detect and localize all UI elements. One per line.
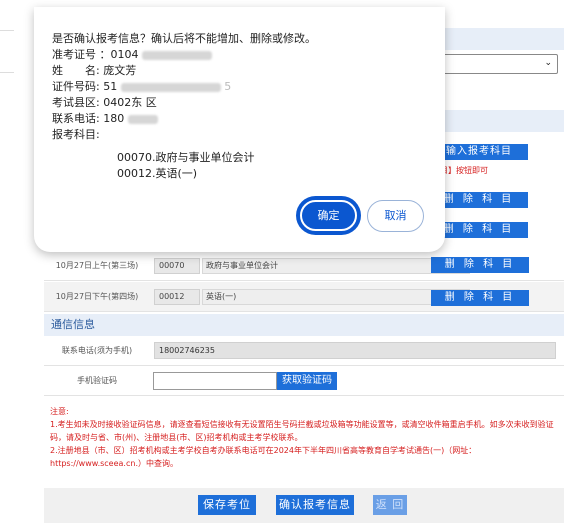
- id-label: 证件号码:: [52, 80, 100, 93]
- verify-label: 手机验证码: [77, 376, 117, 385]
- name-value: 庞文芳: [103, 64, 137, 77]
- left-divider: [0, 30, 14, 31]
- ok-button[interactable]: 确定: [298, 198, 359, 233]
- delete-subject-button[interactable]: 删 除 科 目: [431, 290, 529, 306]
- ticket-value: ：0104: [99, 48, 139, 61]
- subject-name: 英语(一): [202, 289, 470, 305]
- cancel-button[interactable]: 取消: [367, 200, 424, 232]
- notice-block: 注意: 1.考生如未及时接收验证码信息，请逐查看短信接收有无设置陌生号码拦截或垃…: [50, 405, 565, 470]
- subject-row: 10月27日下午(第四场) 00012 英语(一) 删 除 科 目: [44, 282, 564, 312]
- verify-code-input[interactable]: [153, 372, 277, 390]
- delete-subject-button[interactable]: 删 除 科 目: [431, 257, 529, 273]
- name-label: 姓 名:: [52, 64, 100, 77]
- notice-title: 注意:: [50, 407, 69, 416]
- phone-field: 18002746235: [154, 342, 556, 359]
- name-line: 姓 名: 庞文芳: [52, 63, 136, 78]
- get-verify-code-button[interactable]: 获取验证码: [277, 372, 337, 390]
- dialog-subject-item: 00012.英语(一): [117, 167, 198, 180]
- notice-item: 1.考生如未及时接收验证码信息，请逐查看短信接收有无设置陌生号码拦截或垃圾箱等功…: [50, 420, 554, 442]
- back-button[interactable]: 返 回: [373, 495, 407, 515]
- contact-section-title: 通信信息: [44, 314, 564, 336]
- dialog-message: 是否确认报考信息？确认后将不能增加、删除或修改。: [52, 32, 316, 45]
- subjects-label: 报考科目:: [52, 128, 100, 141]
- subject-name: 政府与事业单位会计: [202, 258, 470, 274]
- id-line: 证件号码: 51 5: [52, 79, 231, 94]
- notice-item: 2.注册地县（市、区）招考机构或主考学校自考办联系电话可在2024年下半年四川省…: [50, 446, 477, 468]
- add-subject-hint: 目】按钮即可: [440, 166, 488, 175]
- id-value: 51: [103, 80, 118, 93]
- confirm-dialog: 是否确认报考信息？确认后将不能增加、删除或修改。 准考证号 ：0104 姓 名:…: [34, 7, 445, 252]
- phone-value: 180: [103, 112, 125, 125]
- left-divider: [0, 72, 14, 73]
- confirm-registration-button[interactable]: 确认报考信息: [276, 495, 354, 515]
- redacted-mask: [127, 114, 158, 124]
- redacted-mask: [120, 82, 221, 92]
- dialog-subject-item: 00070.政府与事业单位会计: [117, 151, 255, 164]
- subject-row: 10月27日上午(第三场) 00070 政府与事业单位会计 删 除 科 目: [44, 251, 564, 281]
- phone-label: 联系电话:: [52, 112, 100, 125]
- save-seat-button[interactable]: 保存考位: [198, 495, 256, 515]
- subject-code: 00012: [154, 289, 200, 305]
- phone-label: 联系电话(须为手机): [61, 346, 133, 355]
- phone-row: 联系电话(须为手机) 18002746235: [44, 336, 564, 366]
- area-line: 考试县区: 0402东 区: [52, 95, 157, 110]
- subject-time: 10月27日下午(第四场): [55, 292, 139, 301]
- id-suffix: 5: [224, 80, 232, 93]
- exam-area-select[interactable]: ⌄: [440, 54, 558, 74]
- subject-time: 10月27日上午(第三场): [55, 261, 139, 270]
- phone-line: 联系电话: 180: [52, 111, 158, 126]
- verify-row: 手机验证码 获取验证码: [44, 366, 564, 396]
- subject-code: 00070: [154, 258, 200, 274]
- area-label: 考试县区:: [52, 96, 100, 109]
- redacted-mask: [142, 50, 212, 60]
- chevron-down-icon: ⌄: [544, 58, 552, 68]
- ticket-label: 准考证号: [52, 48, 96, 61]
- ticket-line: 准考证号 ：0104: [52, 47, 212, 62]
- area-value: 0402东 区: [103, 96, 157, 109]
